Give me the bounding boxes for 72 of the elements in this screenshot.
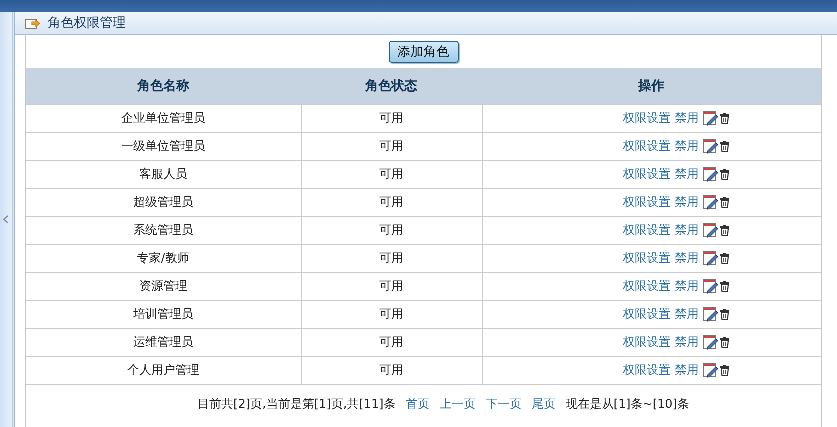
disable-link[interactable]: 禁用 (674, 335, 699, 349)
disable-link[interactable]: 禁用 (674, 167, 699, 181)
edit-icon[interactable] (702, 335, 719, 350)
folder-arrow-icon (25, 16, 41, 30)
edit-icon[interactable] (702, 223, 719, 238)
trash-icon[interactable] (720, 225, 730, 236)
trash-icon[interactable] (720, 309, 730, 320)
record-range-text: 现在是从[1]条~[10]条 (566, 396, 690, 412)
trash-icon[interactable] (720, 365, 730, 376)
permission-settings-link[interactable]: 权限设置 (622, 223, 671, 237)
trash-icon[interactable] (720, 113, 730, 124)
disable-link[interactable]: 禁用 (674, 251, 699, 265)
role-status-cell: 可用 (301, 216, 482, 244)
role-name-cell: 资源管理 (26, 272, 301, 300)
column-header: 操作 (482, 68, 821, 104)
permission-settings-link[interactable]: 权限设置 (622, 279, 671, 293)
edit-icon[interactable] (702, 279, 719, 294)
add-role-button[interactable]: 添加角色 (388, 40, 458, 62)
permission-settings-link[interactable]: 权限设置 (622, 139, 671, 153)
disable-link[interactable]: 禁用 (674, 363, 699, 377)
role-status-cell: 可用 (301, 272, 482, 300)
role-status-cell: 可用 (301, 328, 482, 356)
role-status-cell: 可用 (301, 104, 482, 132)
role-name-cell: 培训管理员 (26, 300, 301, 328)
edit-icon[interactable] (702, 363, 719, 378)
disable-link[interactable]: 禁用 (674, 279, 699, 293)
role-status-cell: 可用 (301, 160, 482, 188)
edit-icon[interactable] (702, 111, 719, 126)
disable-link[interactable]: 禁用 (674, 223, 699, 237)
edit-icon[interactable] (702, 195, 719, 210)
edit-icon[interactable] (702, 251, 719, 266)
pagination-link[interactable]: 首页 (406, 396, 430, 412)
role-name-cell: 运维管理员 (26, 328, 301, 356)
permission-settings-link[interactable]: 权限设置 (622, 195, 671, 209)
permission-settings-link[interactable]: 权限设置 (622, 335, 671, 349)
role-status-cell: 可用 (301, 300, 482, 328)
role-name-cell: 企业单位管理员 (26, 104, 301, 132)
role-name-cell: 个人用户管理 (26, 356, 301, 384)
edit-icon[interactable] (702, 307, 719, 322)
permission-settings-link[interactable]: 权限设置 (622, 167, 671, 181)
panel-title: 角色权限管理 (48, 15, 126, 32)
role-name-cell: 超级管理员 (26, 188, 301, 216)
role-status-cell: 可用 (301, 188, 482, 216)
disable-link[interactable]: 禁用 (674, 139, 699, 153)
disable-link[interactable]: 禁用 (674, 195, 699, 209)
edit-icon[interactable] (702, 167, 719, 182)
trash-icon[interactable] (720, 141, 730, 152)
trash-icon[interactable] (720, 197, 730, 208)
column-header: 角色状态 (301, 68, 482, 104)
permission-settings-link[interactable]: 权限设置 (622, 363, 671, 377)
permission-settings-link[interactable]: 权限设置 (622, 307, 671, 321)
role-name-cell: 一级单位管理员 (26, 132, 301, 160)
column-header: 角色名称 (26, 68, 301, 104)
trash-icon[interactable] (720, 253, 730, 264)
pagination-link[interactable]: 下一页 (486, 396, 522, 412)
role-name-cell: 客服人员 (26, 160, 301, 188)
permission-settings-link[interactable]: 权限设置 (622, 251, 671, 265)
trash-icon[interactable] (720, 281, 730, 292)
disable-link[interactable]: 禁用 (674, 307, 699, 321)
role-name-cell: 专家/教师 (26, 244, 301, 272)
permission-settings-link[interactable]: 权限设置 (622, 111, 671, 125)
role-status-cell: 可用 (301, 244, 482, 272)
disable-link[interactable]: 禁用 (674, 111, 699, 125)
pagination-link[interactable]: 尾页 (532, 396, 556, 412)
pagination-summary: 目前共[2]页,当前是第[1]页,共[11]条 (198, 396, 396, 412)
edit-icon[interactable] (702, 139, 719, 154)
trash-icon[interactable] (720, 337, 730, 348)
role-status-cell: 可用 (301, 356, 482, 384)
role-name-cell: 系统管理员 (26, 216, 301, 244)
role-status-cell: 可用 (301, 132, 482, 160)
trash-icon[interactable] (720, 169, 730, 180)
pagination-link[interactable]: 上一页 (440, 396, 476, 412)
